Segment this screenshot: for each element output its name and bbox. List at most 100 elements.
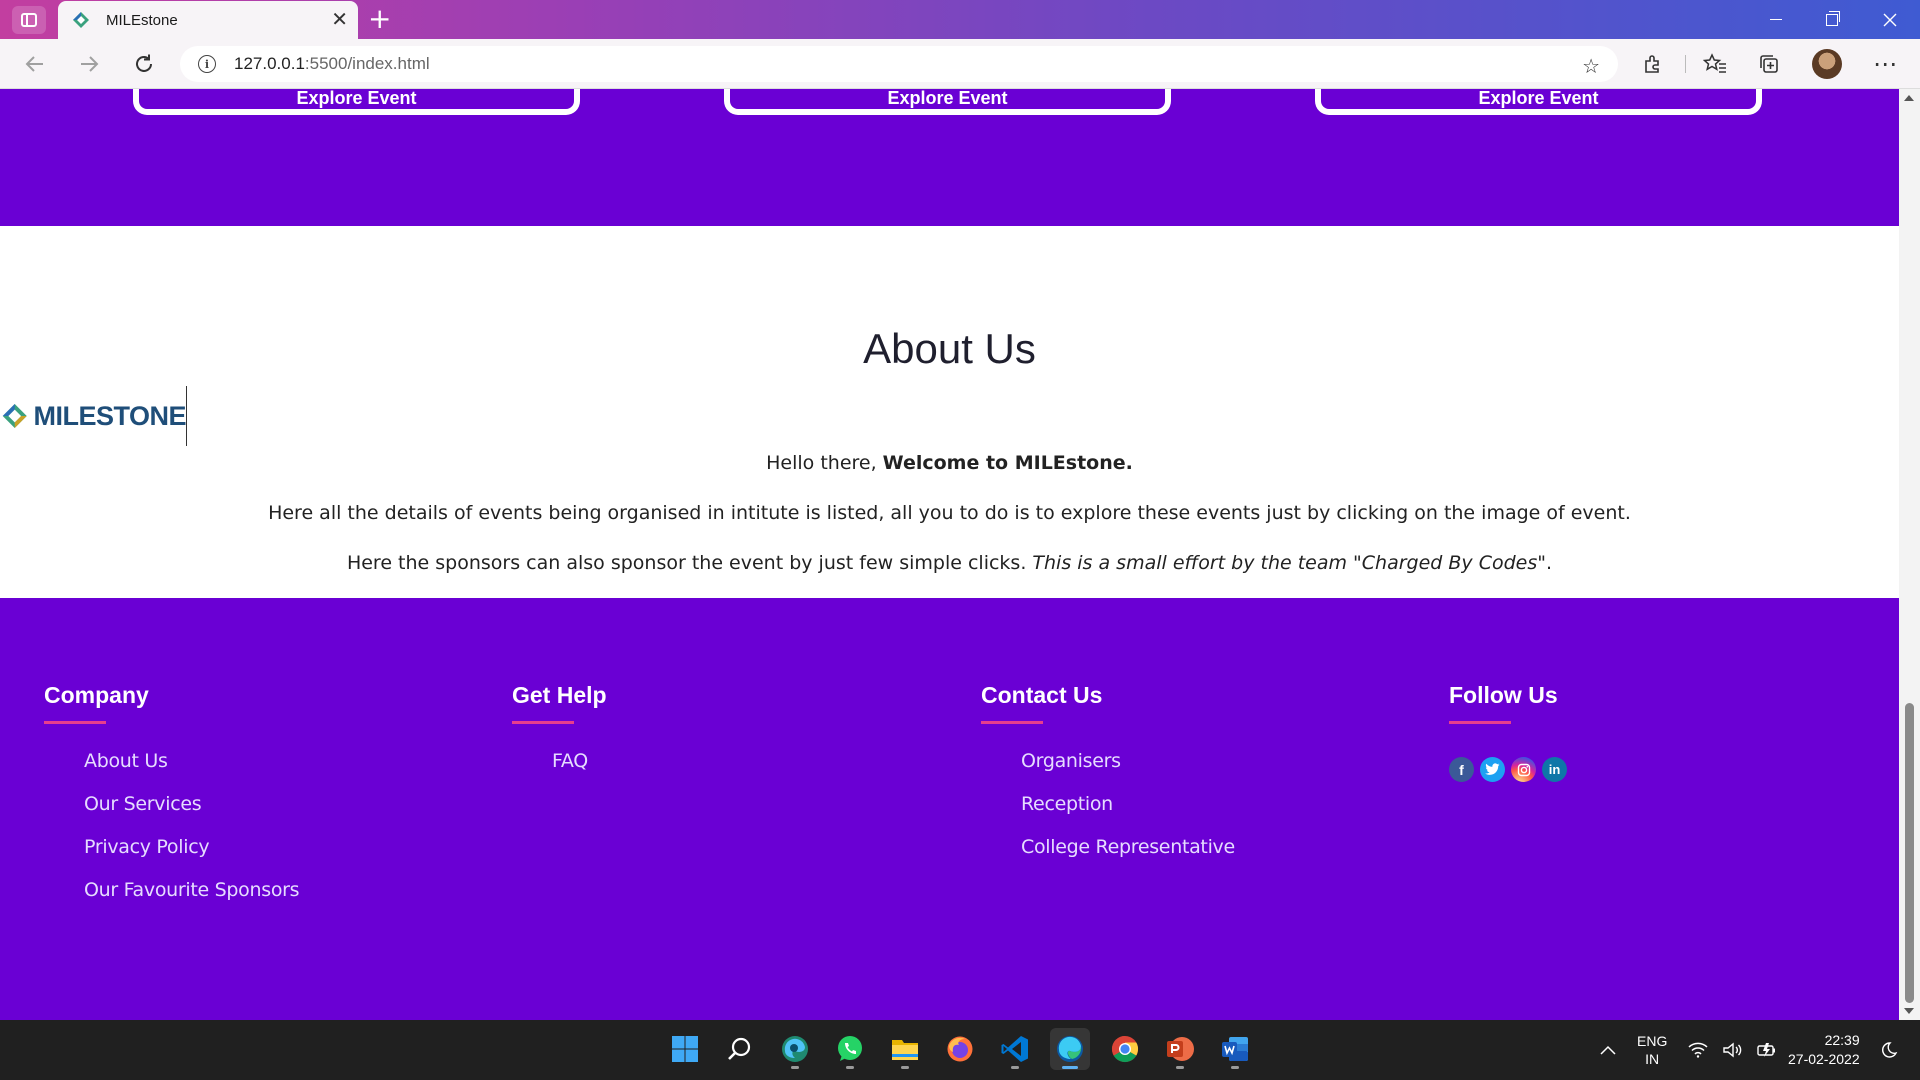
taskbar-whatsapp[interactable] xyxy=(830,1028,870,1070)
forward-button[interactable] xyxy=(74,49,104,79)
new-tab-button[interactable]: + xyxy=(368,4,391,34)
footer-link-favourite-sponsors[interactable]: Our Favourite Sponsors xyxy=(84,879,300,922)
heading-underline xyxy=(44,721,106,724)
running-indicator xyxy=(846,1066,854,1069)
taskbar-edge[interactable] xyxy=(1050,1028,1090,1070)
footer-heading: Company xyxy=(44,682,149,708)
milestone-favicon-icon xyxy=(72,11,90,29)
footer-link-about-us[interactable]: About Us xyxy=(84,750,299,793)
running-indicator xyxy=(901,1066,909,1069)
sponsor-text: Here the sponsors can also sponsor the e… xyxy=(346,552,1033,574)
heading-underline xyxy=(981,721,1043,724)
explore-event-label: Explore Event xyxy=(887,89,1008,108)
chevron-up-icon xyxy=(1600,1045,1616,1055)
taskbar-powerpoint[interactable] xyxy=(1160,1028,1200,1070)
whatsapp-icon xyxy=(838,1036,862,1061)
footer-links: About Us Our Services Privacy Policy Our… xyxy=(84,750,300,922)
social-links: f in xyxy=(1449,757,1567,782)
language-indicator[interactable]: ENG IN xyxy=(1637,1020,1667,1080)
twitter-icon[interactable] xyxy=(1480,757,1505,782)
vscode-icon xyxy=(1001,1036,1028,1062)
restore-icon xyxy=(1826,10,1840,26)
about-greeting: Hello there, Welcome to MILEstone. xyxy=(0,452,1899,474)
page-scrollbar[interactable] xyxy=(1899,89,1920,1020)
browser-titlebar: MILEstone ✕ + xyxy=(0,0,1920,39)
taskbar-chrome[interactable] xyxy=(1105,1028,1145,1070)
clock-time: 22:39 xyxy=(1824,1032,1860,1048)
tab-title: MILEstone xyxy=(106,11,178,29)
system-tray[interactable] xyxy=(1688,1020,1778,1080)
taskbar-search-button[interactable] xyxy=(720,1028,760,1070)
extensions-icon[interactable] xyxy=(1640,51,1666,77)
clock[interactable]: 22:39 27-02-2022 xyxy=(1788,1020,1860,1080)
page-viewport: Explore Event Explore Event Explore Even… xyxy=(0,89,1899,1020)
clock-date: 27-02-2022 xyxy=(1788,1051,1860,1067)
footer-link-college-representative[interactable]: College Representative xyxy=(1021,836,1235,879)
explore-event-button[interactable]: Explore Event xyxy=(1315,89,1762,115)
back-button[interactable] xyxy=(20,49,50,79)
footer-link-privacy-policy[interactable]: Privacy Policy xyxy=(84,836,299,879)
team-credit-text: This is a small effort by the team "Char… xyxy=(1032,552,1546,574)
minimize-button[interactable] xyxy=(1748,0,1804,39)
taskbar-file-explorer[interactable] xyxy=(885,1028,925,1070)
close-window-button[interactable] xyxy=(1862,0,1918,39)
scroll-up-icon[interactable] xyxy=(1904,95,1914,101)
welcome-text: Welcome to MILEstone. xyxy=(882,452,1133,474)
linkedin-icon[interactable]: in xyxy=(1542,757,1567,782)
favorites-icon[interactable] xyxy=(1702,51,1728,77)
explore-event-button[interactable]: Explore Event xyxy=(724,89,1171,115)
footer-heading: Follow Us xyxy=(1449,682,1558,708)
focus-assist-icon[interactable] xyxy=(1880,1020,1898,1080)
footer-link-our-services[interactable]: Our Services xyxy=(84,793,299,836)
explore-event-label: Explore Event xyxy=(1478,89,1599,108)
reload-button[interactable] xyxy=(129,49,159,79)
site-info-icon[interactable]: i xyxy=(198,55,216,73)
taskbar-edge-dev[interactable] xyxy=(775,1028,815,1070)
milestone-diamond-icon xyxy=(2,403,27,429)
reload-icon xyxy=(136,54,152,72)
taskbar-firefox[interactable] xyxy=(940,1028,980,1070)
arrow-left-icon xyxy=(25,56,43,72)
taskbar-word[interactable] xyxy=(1215,1028,1255,1070)
explore-event-button[interactable]: Explore Event xyxy=(133,89,580,115)
start-button[interactable] xyxy=(665,1028,705,1070)
scrollbar-thumb[interactable] xyxy=(1905,703,1914,1003)
show-hidden-icons-button[interactable] xyxy=(1600,1020,1616,1080)
footer-links: Organisers Reception College Representat… xyxy=(1021,750,1235,879)
arrow-right-icon xyxy=(81,56,99,72)
footer-link-reception[interactable]: Reception xyxy=(1021,793,1235,836)
running-indicator xyxy=(1011,1066,1019,1069)
tab-close-icon[interactable]: ✕ xyxy=(331,9,348,29)
about-title: About Us xyxy=(863,325,1036,372)
events-section: Explore Event Explore Event Explore Even… xyxy=(0,89,1899,226)
heading-underline xyxy=(512,721,574,724)
chrome-icon xyxy=(1111,1035,1139,1063)
add-favorite-icon[interactable]: ☆ xyxy=(1582,54,1600,78)
footer-link-organisers[interactable]: Organisers xyxy=(1021,750,1235,793)
footer: Company About Us Our Services Privacy Po… xyxy=(0,598,1899,1020)
edge-icon xyxy=(1057,1036,1083,1062)
running-indicator xyxy=(1062,1066,1078,1069)
facebook-icon[interactable]: f xyxy=(1449,757,1474,782)
about-description: Here all the details of events being org… xyxy=(268,502,1631,524)
taskbar-vscode[interactable] xyxy=(995,1028,1035,1070)
running-indicator xyxy=(1231,1066,1239,1069)
restore-button[interactable] xyxy=(1804,0,1860,39)
scroll-down-icon[interactable] xyxy=(1904,1008,1914,1014)
footer-link-faq[interactable]: FAQ xyxy=(552,750,588,793)
address-bar[interactable]: i 127.0.0.1:5500/index.html ☆ xyxy=(180,46,1618,82)
edge-dev-icon xyxy=(782,1036,808,1062)
instagram-icon[interactable] xyxy=(1511,757,1536,782)
volume-icon xyxy=(1723,1042,1742,1058)
tab-actions-button[interactable] xyxy=(12,6,46,34)
more-options-icon[interactable]: ⋯ xyxy=(1872,50,1898,78)
profile-avatar[interactable] xyxy=(1812,49,1842,79)
collections-icon[interactable] xyxy=(1756,51,1782,77)
browser-tab[interactable]: MILEstone ✕ xyxy=(58,1,358,39)
greeting-text: Hello there, xyxy=(766,452,883,474)
footer-heading: Contact Us xyxy=(981,682,1103,708)
toolbar-separator xyxy=(1685,55,1686,73)
about-sponsor-text: Here the sponsors can also sponsor the e… xyxy=(0,552,1899,574)
about-section: About Us MILESTONE Hello there, Welcome … xyxy=(0,226,1899,598)
minimize-icon xyxy=(1770,18,1782,21)
